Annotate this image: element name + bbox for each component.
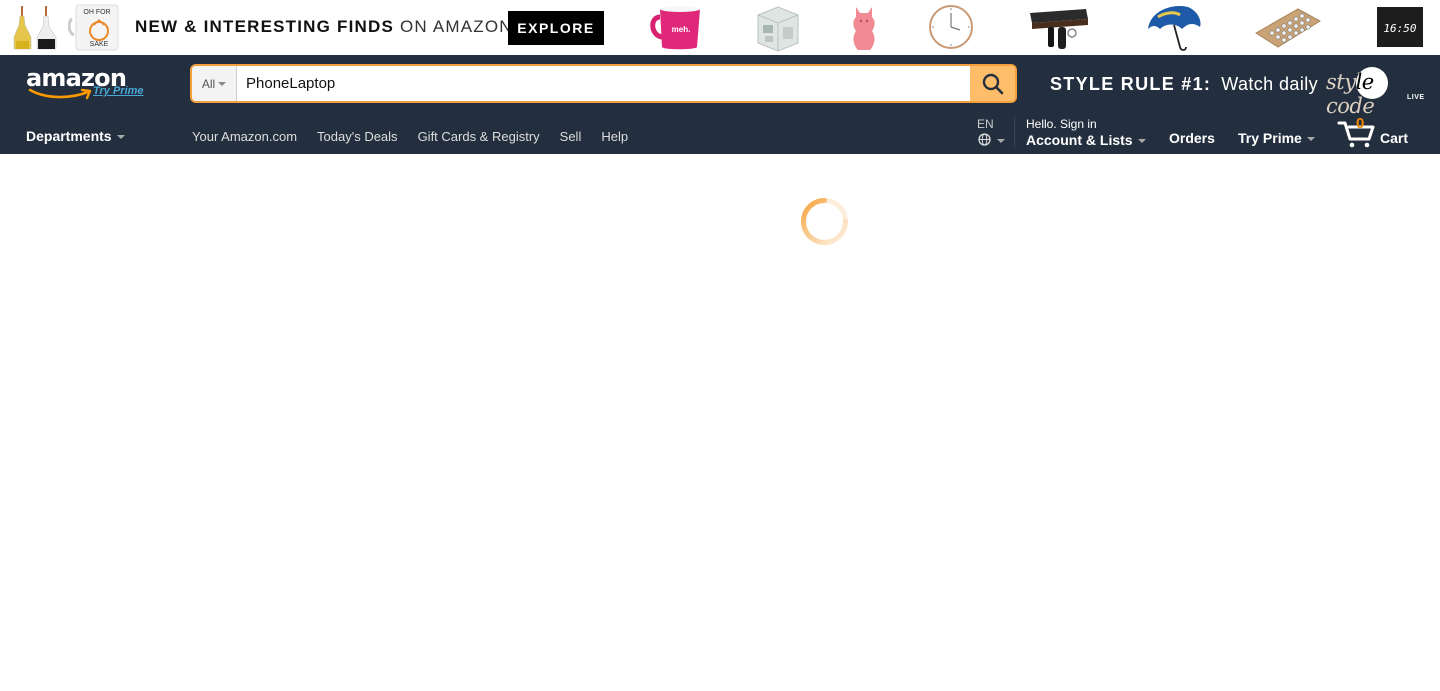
wood-clock-icon[interactable]: 16:50 xyxy=(1374,3,1426,53)
oil-bottles-icon[interactable] xyxy=(12,3,58,53)
search-department-select[interactable]: All xyxy=(192,66,237,101)
departments-label: Departments xyxy=(26,128,112,144)
nav-link-todays-deals[interactable]: Today's Deals xyxy=(317,129,398,144)
search-icon xyxy=(982,73,1003,94)
try-prime-menu[interactable]: Try Prime xyxy=(1238,130,1315,146)
search-button[interactable] xyxy=(970,66,1015,101)
style-rule-bold: STYLE RULE #1: xyxy=(1050,74,1212,94)
cart-label: Cart xyxy=(1380,130,1409,146)
pink-vase-icon[interactable] xyxy=(846,3,882,53)
promo-banner[interactable]: OH FOR SAKE NEW & INTERESTING FINDS ON A… xyxy=(0,0,1440,55)
nav-link-sell[interactable]: Sell xyxy=(560,129,582,144)
departments-menu[interactable]: Departments xyxy=(26,128,125,144)
chevron-down-icon xyxy=(1306,137,1315,141)
chevron-down-icon xyxy=(1137,139,1146,143)
promo-headline-light: ON AMAZON xyxy=(399,17,513,36)
language-code: EN xyxy=(977,117,994,131)
chevron-down-icon xyxy=(997,138,1005,143)
smile-arrow-icon xyxy=(28,88,92,100)
sake-text-bottom: SAKE xyxy=(90,41,109,48)
umbrella-icon[interactable] xyxy=(1144,3,1204,53)
mug-text: meh. xyxy=(672,25,691,34)
account-greeting: Hello. Sign in xyxy=(1026,117,1097,131)
chevron-down-icon xyxy=(116,135,125,139)
storage-cube-icon[interactable] xyxy=(752,3,804,53)
style-rule-promo[interactable]: STYLE RULE #1: Watch daily xyxy=(1050,74,1318,95)
logo-try-prime[interactable]: Try Prime xyxy=(93,85,144,97)
account-lists-menu[interactable]: Hello. Sign in Account & Lists xyxy=(1026,117,1146,148)
sake-text-top: OH FOR xyxy=(83,9,110,16)
stylecode-live: LIVE xyxy=(1407,94,1425,101)
nav-link-help[interactable]: Help xyxy=(601,129,628,144)
key-shelf-icon[interactable] xyxy=(1026,3,1092,53)
globe-icon xyxy=(978,133,991,146)
try-prime-label: Try Prime xyxy=(1238,130,1302,146)
search-bar: All xyxy=(192,66,1015,101)
nav-links: Your Amazon.com Today's Deals Gift Cards… xyxy=(192,129,628,144)
clock-text: 16:50 xyxy=(1383,22,1416,35)
promo-headline-bold: NEW & INTERESTING FINDS xyxy=(135,17,394,36)
nav-link-your-amazon[interactable]: Your Amazon.com xyxy=(192,129,297,144)
meh-mug-icon[interactable]: meh. xyxy=(650,3,706,53)
sake-mug-icon[interactable]: OH FOR SAKE xyxy=(67,3,122,53)
search-input[interactable] xyxy=(237,66,970,101)
nav-link-gift-cards[interactable]: Gift Cards & Registry xyxy=(418,129,540,144)
cart-button[interactable]: 0 Cart xyxy=(1337,115,1417,149)
style-rule-text: Watch daily xyxy=(1221,74,1319,94)
amazon-logo[interactable]: amazon Try Prime xyxy=(26,64,146,104)
orders-link[interactable]: Orders xyxy=(1169,130,1215,146)
language-selector[interactable]: EN xyxy=(977,117,1005,146)
nav-divider xyxy=(1014,117,1015,147)
promo-headline[interactable]: NEW & INTERESTING FINDS ON AMAZON xyxy=(135,17,513,37)
explore-button[interactable]: EXPLORE xyxy=(508,11,604,45)
chevron-down-icon xyxy=(218,81,227,86)
search-department-label: All xyxy=(201,76,216,91)
wall-clock-icon[interactable] xyxy=(926,3,976,53)
account-lists-label: Account & Lists xyxy=(1026,132,1133,148)
typewriter-keyboard-icon[interactable] xyxy=(1252,3,1324,53)
cart-count: 0 xyxy=(1356,115,1365,132)
loading-spinner-icon xyxy=(800,197,849,246)
stylecode-logo[interactable]: style code LIVE xyxy=(1325,67,1427,118)
nav-belt: amazon Try Prime All STYLE RULE #1: Watc… xyxy=(0,55,1440,154)
